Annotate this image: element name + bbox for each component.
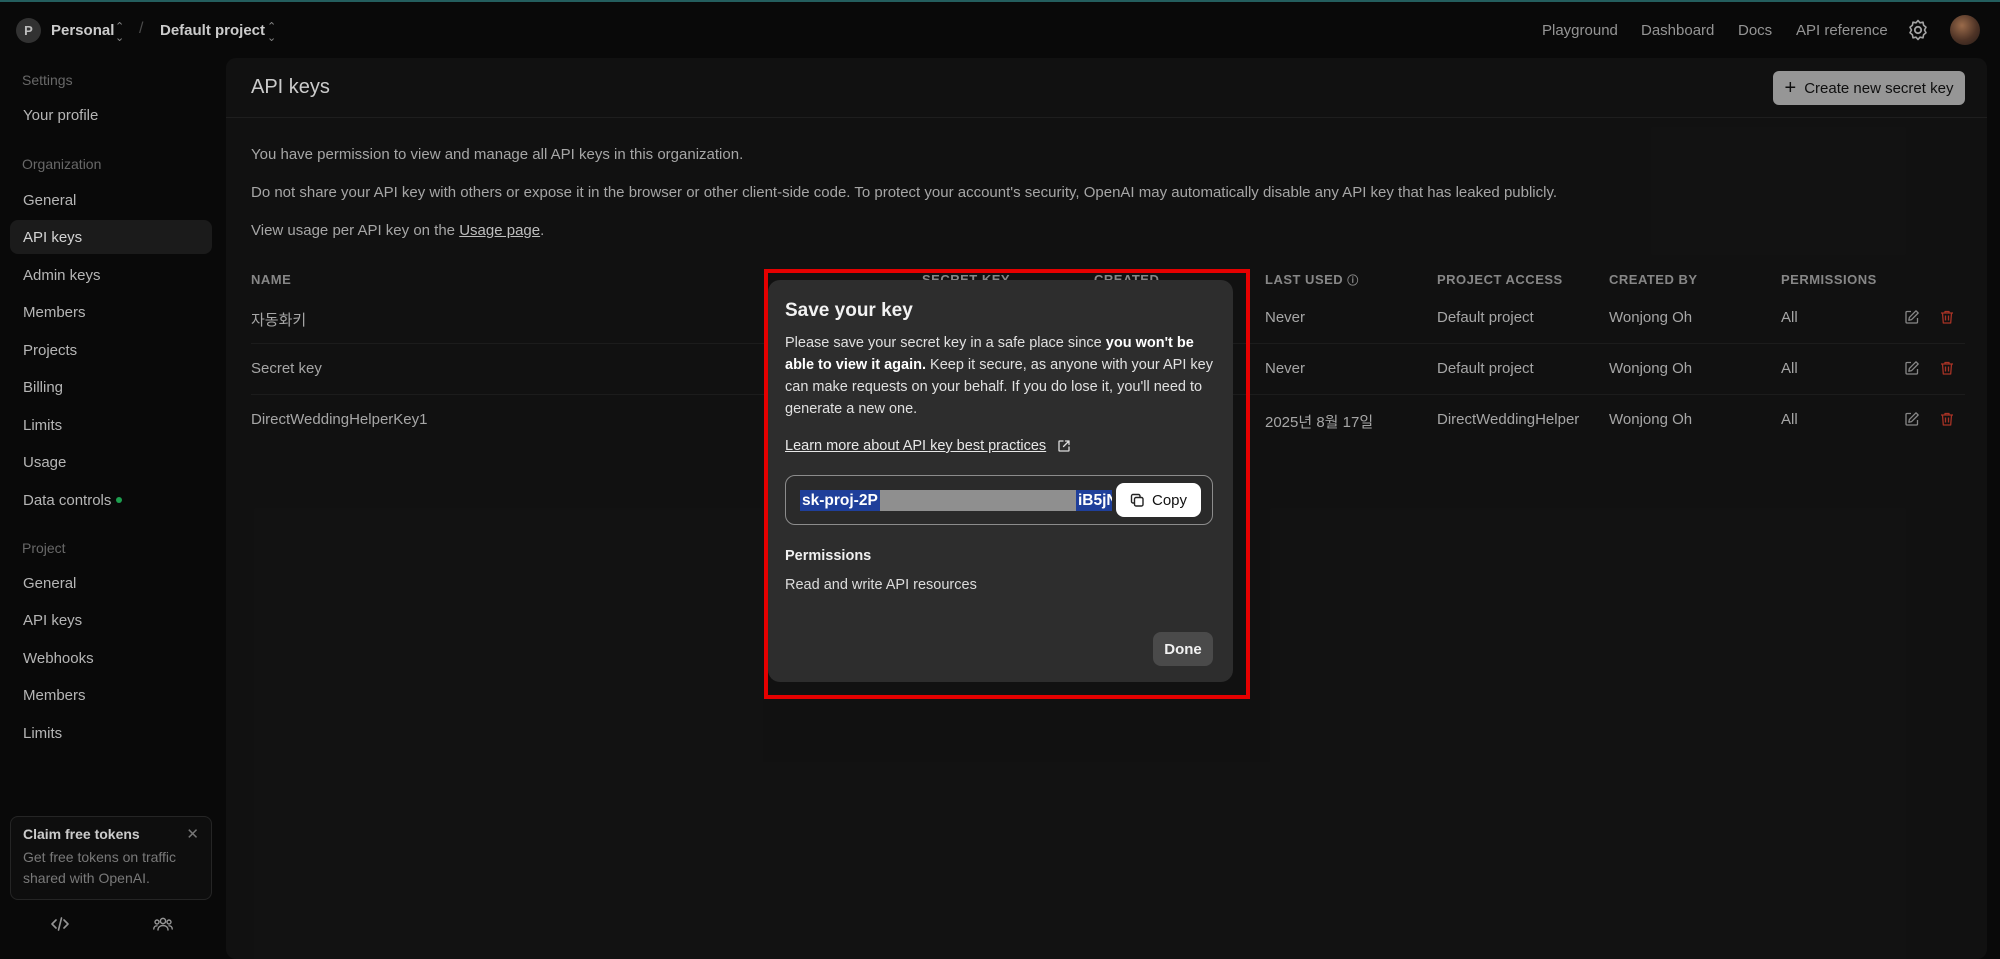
highlight-box (764, 269, 1250, 699)
